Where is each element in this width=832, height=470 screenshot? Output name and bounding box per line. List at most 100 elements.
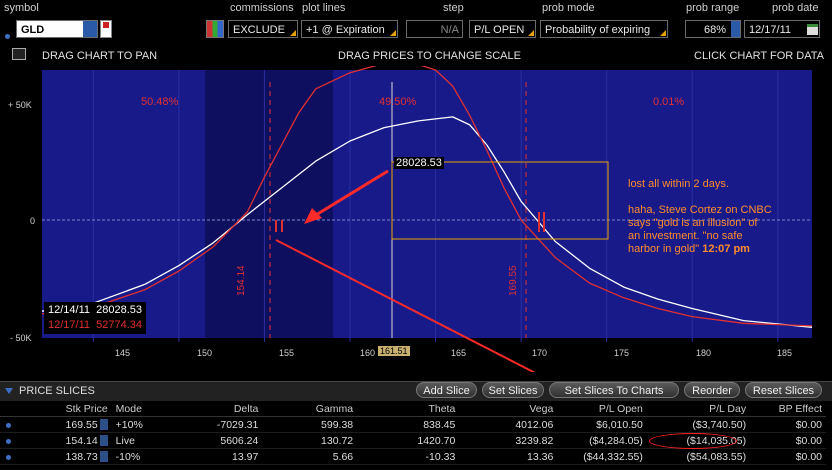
col-header-pl-open[interactable]: P/L Open [557,401,647,417]
dropdown-corner-icon [290,30,296,36]
mode-cell: -10% [111,448,154,465]
commissions-label: commissions [230,2,294,14]
row-link-icon [0,448,15,465]
symbol-value: GLD [21,24,45,36]
set-slices-button[interactable]: Set Slices [482,382,544,398]
cursor-value-label: 28028.53 [394,157,444,169]
click-data-hint: CLICK CHART FOR DATA [694,50,824,62]
legend-item-current: 12/14/11 28028.53 [48,304,143,316]
annotation-line-2: haha, Steve Cortez on CNBC [628,204,772,216]
price-slices-title: PRICE SLICES [19,385,95,397]
x-tick: 150 [197,348,213,358]
col-header-delta[interactable]: Delta [153,401,263,417]
col-header-vega[interactable]: Vega [459,401,558,417]
prob-range-input[interactable]: 68% [685,20,741,38]
table-row[interactable]: 169.55 +10% -7029.31 599.38 838.45 4012.… [0,416,826,433]
annotation-line-3: says "gold is an illusion" of [628,217,758,229]
x-tick: 165 [451,348,467,358]
prob-left-label: 50.48% [141,96,179,108]
symbol-input[interactable]: GLD [16,20,98,38]
calendar-icon[interactable] [807,24,818,35]
drag-pan-hint: DRAG CHART TO PAN [42,50,158,62]
table-header-row: Stk Price Mode Delta Gamma Theta Vega P/… [0,401,826,417]
plot-lines-label: plot lines [302,2,346,14]
table-row[interactable]: 154.14 Live 5606.24 130.72 1420.70 3239.… [0,432,826,449]
x-tick: 170 [532,348,548,358]
step-input[interactable]: N/A [406,20,463,38]
pl-day-cell: ($3,740.50) [646,416,751,433]
commissions-value: EXCLUDE [233,24,285,36]
col-header-gamma[interactable]: Gamma [262,401,358,417]
price-spinner-icon[interactable] [99,419,108,431]
step-value: N/A [440,24,459,36]
annotation-line-5: harbor in gold" 12:07 pm [628,243,750,255]
gamma-cell: 130.72 [262,432,358,449]
theta-cell: 1420.70 [357,432,460,449]
chart-legend: 12/14/11 28028.53 12/17/11 52774.34 [44,302,147,334]
symbol-label: symbol [4,2,39,14]
symbol-dropdown-icon[interactable] [83,21,97,37]
add-slice-button[interactable]: Add Slice [416,382,477,398]
plot-lines-select[interactable]: +1 @ Expiration [301,20,398,38]
pl-day-cell: ($14,035.05) [646,432,751,449]
price-slices-table: Stk Price Mode Delta Gamma Theta Vega P/… [0,401,826,465]
table-row[interactable]: 138.73 -10% 13.97 5.66 -10.33 13.36 ($44… [0,448,826,465]
prob-range-value: 68% [703,24,726,36]
prob-date-value: 12/17/11 [749,24,792,36]
delta-cell: 5606.24 [153,432,263,449]
dropdown-corner-icon [390,30,396,36]
bp-effect-cell: $0.00 [750,432,826,449]
set-slices-to-charts-button[interactable]: Set Slices To Charts [549,382,679,398]
highlight-circle [648,433,737,449]
color-settings-icon[interactable] [206,20,224,38]
col-header-theta[interactable]: Theta [357,401,460,417]
reorder-button[interactable]: Reorder [684,382,740,398]
col-header-pl-day[interactable]: P/L Day [646,401,751,417]
prob-date-label: prob date [772,2,819,14]
pl-open-cell: ($4,284.05) [557,432,647,449]
alert-icon [103,22,109,28]
chart-hint-bar: DRAG CHART TO PAN DRAG PRICES TO CHANGE … [0,44,832,66]
price-spinner-icon[interactable] [99,451,108,463]
bp-effect-cell: $0.00 [750,416,826,433]
gamma-cell: 5.66 [262,448,358,465]
commissions-select[interactable]: EXCLUDE [228,20,298,38]
chart-thumbnail-icon[interactable] [12,48,26,60]
risk-profile-chart[interactable]: + 50K 0 - 50K 50.48% 49.50% 0.01% 154.14… [0,66,832,372]
prob-mode-select[interactable]: Probability of expiring [540,20,668,38]
theta-cell: 838.45 [357,416,460,433]
price-spinner-icon[interactable] [99,435,108,447]
col-header-bp-effect[interactable]: BP Effect [750,401,826,417]
row-link-icon [0,416,15,433]
cursor-price-tag: 161.51 [378,346,410,356]
pl-day-cell: ($54,083.55) [646,448,751,465]
x-tick: 160 [360,348,376,358]
stk-price-cell[interactable]: 138.73 [14,448,112,465]
col-header-mode[interactable]: Mode [111,401,154,417]
pl-value: P/L OPEN [474,24,525,36]
prob-mode-label: prob mode [542,2,595,14]
step-label: step [443,2,464,14]
annotation-time: 12:07 pm [702,243,750,255]
collapse-icon[interactable] [5,388,13,394]
pl-select[interactable]: P/L OPEN [469,20,536,38]
dropdown-corner-icon [528,30,534,36]
stk-price-cell[interactable]: 154.14 [14,432,112,449]
stk-price-cell[interactable]: 169.55 [14,416,112,433]
prob-range-spinner-icon[interactable] [731,21,740,37]
delta-cell: -7029.31 [153,416,263,433]
mode-cell: Live [111,432,154,449]
reset-slices-button[interactable]: Reset Slices [745,382,822,398]
probability-band [205,70,333,338]
col-header-stk-price[interactable]: Stk Price [14,401,112,417]
annotation-line-1: lost all within 2 days. [628,178,729,190]
dropdown-corner-icon [660,30,666,36]
breakeven-label-low: 154.14 [236,265,247,296]
gamma-cell: 599.38 [262,416,358,433]
mode-cell: +10% [111,416,154,433]
pl-open-cell: $6,010.50 [557,416,647,433]
x-tick: 155 [279,348,295,358]
annotation-line-4: an investment. "no safe [628,230,743,242]
plot-lines-value: +1 @ Expiration [306,24,385,36]
row-link-icon [0,432,15,449]
